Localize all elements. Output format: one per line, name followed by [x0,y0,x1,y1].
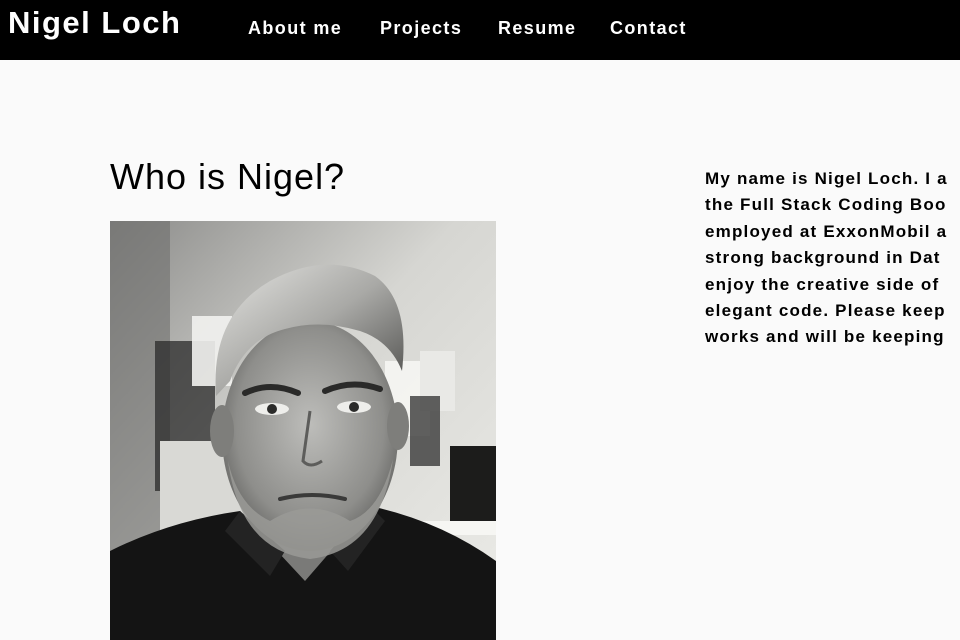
nav-link-resume[interactable]: Resume [498,17,576,39]
nav-link-about-me[interactable]: About me [248,17,342,39]
section-heading: Who is Nigel? [110,156,346,197]
nav-link-contact[interactable]: Contact [610,17,687,39]
site-brand[interactable]: Nigel Loch [8,4,181,42]
nav-link-projects[interactable]: Projects [380,17,462,39]
bio-line: elegant code. Please keep [705,301,946,321]
bio-line: the Full Stack Coding Boo [705,195,947,215]
bio-line: works and will be keeping [705,327,945,347]
top-nav-bar: Nigel Loch About me Projects Resume Cont… [0,0,960,60]
bio-line: My name is Nigel Loch. I a [705,169,948,188]
bio-text: My name is Nigel Loch. I a the Full Stac… [705,166,960,356]
profile-photo [110,221,496,640]
bio-line: employed at ExxonMobil a [705,221,948,241]
bio-line: enjoy the creative side of [705,274,940,294]
bio-line: strong background in Dat [705,248,941,268]
